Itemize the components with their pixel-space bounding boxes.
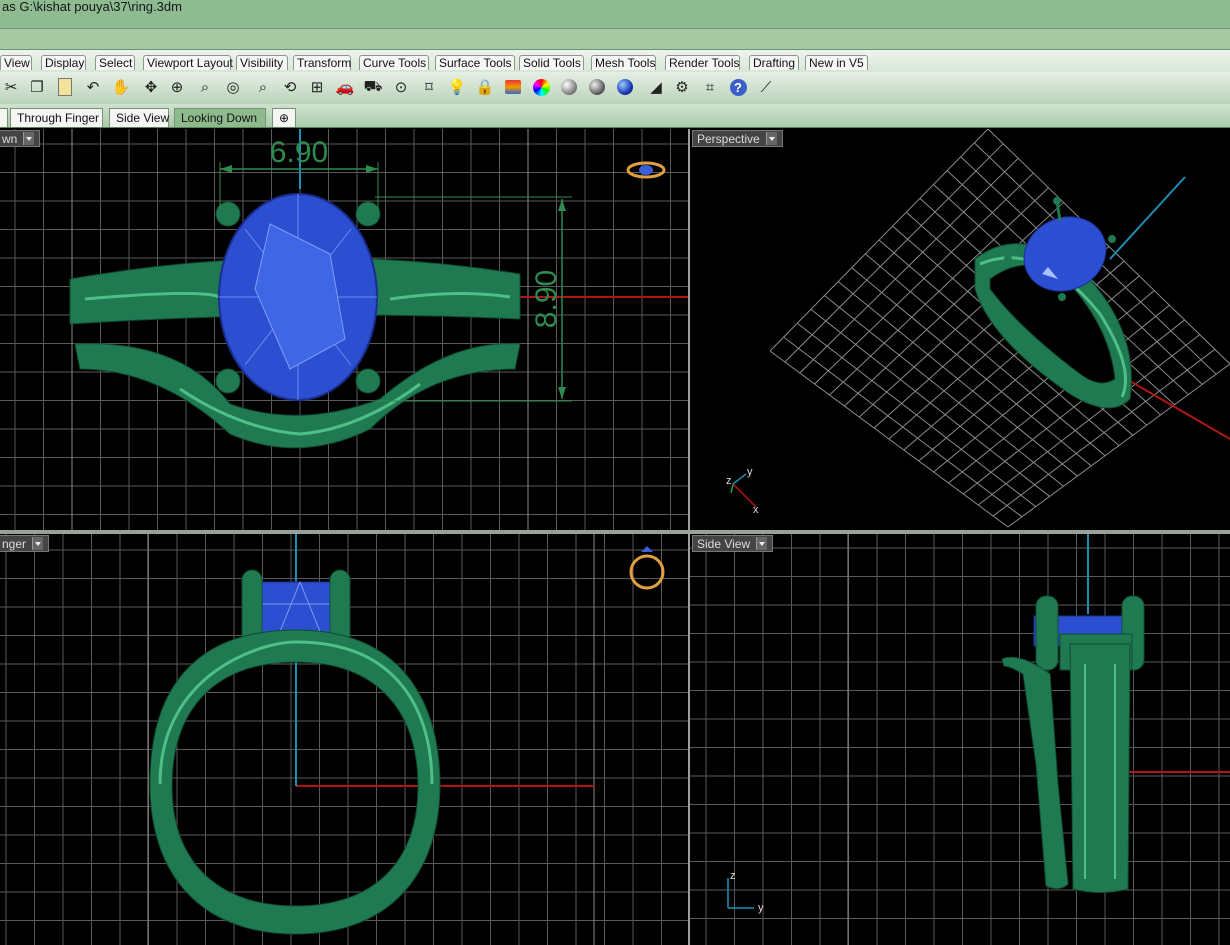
light-icon[interactable]: 💡 xyxy=(446,76,468,98)
lock-icon[interactable]: 🔒 xyxy=(474,76,496,98)
height-dimension-text: 8.90 xyxy=(530,270,563,328)
viewport-tab-strip: Through Finger Side View Looking Down ⊕ xyxy=(0,104,1230,128)
flag-icon[interactable]: ◢ xyxy=(645,76,667,98)
viewport-tab-previous[interactable] xyxy=(0,108,8,127)
viewport-menu-dropdown-icon[interactable] xyxy=(756,537,768,550)
sphere-gray-icon[interactable] xyxy=(558,76,580,98)
menu-tab-solid-tools[interactable]: Solid Tools xyxy=(519,55,584,70)
viewport-tab-through-finger[interactable]: Through Finger xyxy=(10,108,103,127)
side-view-canvas: z y xyxy=(690,534,1230,945)
menu-tab-select[interactable]: Select xyxy=(95,55,135,70)
viewport-label-side-view[interactable]: Side View xyxy=(692,535,774,552)
sphere-blue-icon[interactable] xyxy=(614,76,636,98)
menu-tab-transform[interactable]: Transform xyxy=(293,55,351,70)
prong xyxy=(215,368,241,394)
viewport-perspective[interactable]: z y x Perspective xyxy=(690,129,1230,530)
viewport-looking-down[interactable]: 6.90 8.90 wn xyxy=(0,129,688,530)
viewport-divider-vertical[interactable] xyxy=(688,129,690,945)
viewport-label-looking-down[interactable]: wn xyxy=(0,130,41,147)
menu-tab-curve-tools[interactable]: Curve Tools xyxy=(359,55,429,70)
command-bar[interactable] xyxy=(0,28,1230,50)
viewport-menu-dropdown-icon[interactable] xyxy=(32,537,44,550)
viewport-label-perspective[interactable]: Perspective xyxy=(692,130,783,147)
prong xyxy=(355,201,381,227)
axis-label-y: y xyxy=(747,466,753,478)
y-axis-line xyxy=(1109,176,1186,260)
dimension-icon[interactable]: ⌗ xyxy=(699,76,721,98)
viewport-label-through-finger[interactable]: nger xyxy=(0,535,50,552)
add-viewport-tab-icon[interactable]: ⊕ xyxy=(272,108,296,127)
copy-icon[interactable]: ❐ xyxy=(26,76,48,98)
viewport-tab-side-view[interactable]: Side View xyxy=(109,108,169,127)
menu-tab-viewport-layout[interactable]: Viewport Layout xyxy=(143,55,233,70)
menu-tab-surface-tools[interactable]: Surface Tools xyxy=(435,55,515,70)
perspective-canvas: z y x xyxy=(726,129,1230,528)
zoom-selected-icon[interactable]: ⌕ xyxy=(252,76,274,98)
width-dimension-text: 6.90 xyxy=(270,136,328,169)
sticky-icon[interactable]: ⌑ xyxy=(418,76,440,98)
viewport-menu-dropdown-icon[interactable] xyxy=(765,132,777,145)
window-title: as G:\kishat pouya\37\ring.3dm xyxy=(2,0,182,14)
gear-icon[interactable]: ⚙ xyxy=(671,76,693,98)
prong xyxy=(355,368,381,394)
rotate-view-icon[interactable]: ✥ xyxy=(140,76,162,98)
ring-shank xyxy=(1069,643,1131,893)
cut-icon[interactable]: ✂ xyxy=(0,76,22,98)
menu-tab-new-in-v5[interactable]: New in V5 xyxy=(805,55,868,70)
menu-tab-display[interactable]: Display xyxy=(41,55,86,70)
zoom-window-icon[interactable]: ⌕ xyxy=(194,76,216,98)
viewport-divider-horizontal[interactable] xyxy=(0,530,1230,534)
sphere-checked-icon[interactable] xyxy=(586,76,608,98)
object-snap-icon[interactable]: ⊙ xyxy=(390,76,412,98)
grid xyxy=(690,534,1230,945)
view-orientation-icon xyxy=(629,554,665,590)
main-toolbar: ✂ ❐ ↶ ✋ ✥ ⊕ ⌕ ◎ ⌕ ⟲ ⊞ 🚗 ⛟ ⊙ ⌑ 💡 🔒 ◢ ⚙ ⌗ … xyxy=(0,72,1230,104)
axis-label-z: z xyxy=(726,475,732,487)
help-icon[interactable]: ? xyxy=(727,76,749,98)
ring-band-side xyxy=(1001,656,1069,890)
curve-icon[interactable]: ⟋ xyxy=(755,76,777,98)
four-viewports-icon[interactable]: ⊞ xyxy=(306,76,328,98)
color-wheel-icon[interactable] xyxy=(530,76,552,98)
menu-tab-drafting[interactable]: Drafting xyxy=(749,55,799,70)
car-icon[interactable]: 🚗 xyxy=(334,76,356,98)
viewport-side-view[interactable]: z y Side View xyxy=(690,534,1230,945)
zoom-extents-icon[interactable]: ◎ xyxy=(222,76,244,98)
toolbar-tab-strip: View Display Select Viewport Layout Visi… xyxy=(0,50,1230,72)
undo-icon[interactable]: ↶ xyxy=(82,76,104,98)
menu-tab-visibility[interactable]: Visibility xyxy=(236,55,288,70)
axis-label-z: z xyxy=(730,870,736,882)
viewport-through-finger[interactable]: nger xyxy=(0,534,688,945)
viewport-menu-dropdown-icon[interactable] xyxy=(23,132,35,145)
menu-tab-view[interactable]: View xyxy=(0,55,32,70)
rotate-icon[interactable]: ⟲ xyxy=(279,76,301,98)
car-icon-2[interactable]: ⛟ xyxy=(362,76,384,98)
paste-icon[interactable] xyxy=(54,76,76,98)
axis-label-x: x xyxy=(753,504,759,516)
title-bar: as G:\kishat pouya\37\ring.3dm xyxy=(0,0,1230,28)
axis-label-y: y xyxy=(758,902,764,914)
menu-tab-render-tools[interactable]: Render Tools xyxy=(665,55,740,70)
looking-down-canvas: 6.90 8.90 xyxy=(0,129,688,530)
pan-icon[interactable]: ✋ xyxy=(110,76,132,98)
menu-tab-mesh-tools[interactable]: Mesh Tools xyxy=(591,55,656,70)
viewport-tab-looking-down[interactable]: Looking Down xyxy=(174,108,266,127)
zoom-icon[interactable]: ⊕ xyxy=(166,76,188,98)
through-finger-canvas xyxy=(0,534,688,945)
layer-icon[interactable] xyxy=(502,76,524,98)
x-axis-line xyxy=(1129,380,1230,440)
